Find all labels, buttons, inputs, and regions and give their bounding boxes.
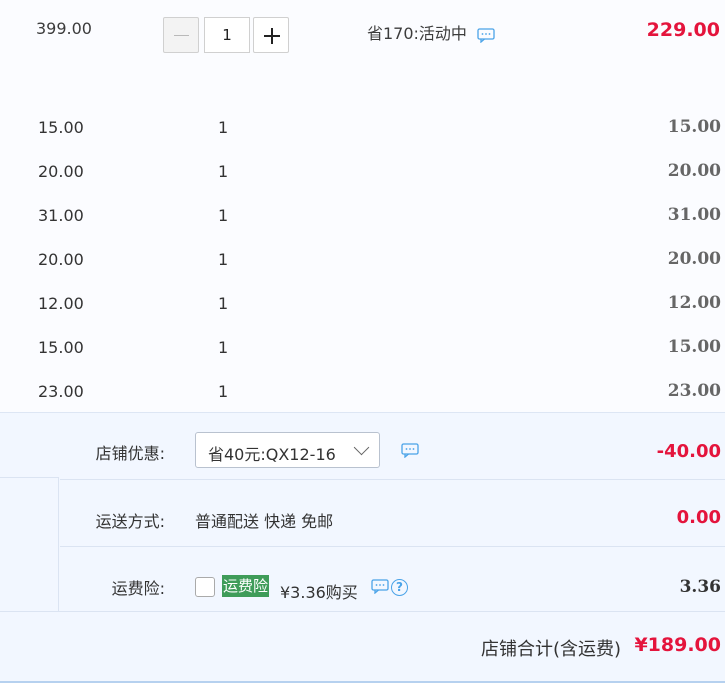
- item-qty: 1: [218, 294, 229, 313]
- item-subtotal: 23.00: [667, 381, 721, 401]
- main-item-subtotal: 229.00: [646, 19, 720, 41]
- store-total-label: 店铺合计(含运费): [480, 639, 621, 660]
- insurance-row: 运费险: 运费险 ¥3.36购买 ? 3.36: [60, 547, 725, 613]
- main-item-row: 399.00 1 省170:活动中 229.00: [0, 0, 725, 72]
- shipping-method: 普通配送 快递 免邮: [195, 512, 334, 531]
- item-qty: 1: [218, 118, 229, 137]
- order-items-area: 399.00 1 省170:活动中 229.00 15.00 1 15.00 2…: [0, 0, 725, 412]
- promo-status: 省170:活动中: [367, 24, 467, 43]
- order-summary-area: 店铺优惠: 省40元:QX12-16 -40.00 运送方式: 普通配送 快递 …: [0, 412, 725, 683]
- item-qty: 1: [218, 382, 229, 401]
- store-discount-label: 店铺优惠:: [95, 444, 165, 463]
- divider: [0, 681, 725, 683]
- store-discount-row: 店铺优惠: 省40元:QX12-16 -40.00: [60, 413, 725, 480]
- main-item-unit-price: 399.00: [36, 19, 92, 38]
- shipping-label: 运送方式:: [95, 512, 165, 531]
- discount-select-value: 省40元:QX12-16: [208, 445, 336, 464]
- question-circle-icon[interactable]: ?: [391, 579, 408, 596]
- item-qty: 1: [218, 162, 229, 181]
- item-qty: 1: [218, 338, 229, 357]
- item-subtotal: 31.00: [667, 205, 721, 225]
- item-price: 31.00: [38, 206, 84, 225]
- table-row: 31.00 1 31.00: [0, 200, 725, 244]
- minus-icon[interactable]: [163, 17, 199, 53]
- item-subtotal: 12.00: [667, 293, 721, 313]
- item-price: 20.00: [38, 162, 84, 181]
- insurance-label: 运费险:: [111, 579, 165, 598]
- table-row: 15.00 1 15.00: [0, 332, 725, 376]
- shipping-amount: 0.00: [676, 507, 721, 528]
- discount-select[interactable]: 省40元:QX12-16: [195, 432, 380, 468]
- insurance-checkbox[interactable]: [195, 577, 215, 597]
- chevron-down-icon: [353, 439, 370, 456]
- divider: [0, 477, 59, 478]
- table-row: 15.00 1 15.00: [0, 112, 725, 156]
- insurance-price: ¥3.36购买: [280, 583, 358, 602]
- store-total-row: 店铺合计(含运费) ¥189.00: [0, 611, 725, 684]
- item-subtotal: 15.00: [667, 117, 721, 137]
- chat-bubble-icon[interactable]: [401, 443, 419, 458]
- item-subtotal: 20.00: [667, 249, 721, 269]
- chat-bubble-icon[interactable]: [371, 579, 389, 594]
- store-discount-amount: -40.00: [656, 441, 721, 462]
- item-price: 12.00: [38, 294, 84, 313]
- item-price: 20.00: [38, 250, 84, 269]
- insurance-badge: 运费险: [222, 575, 270, 597]
- table-row: 20.00 1 20.00: [0, 244, 725, 288]
- store-total-amount: ¥189.00: [634, 634, 721, 656]
- item-price: 23.00: [38, 382, 84, 401]
- item-qty: 1: [218, 250, 229, 269]
- summary-left-gutter: [0, 413, 59, 611]
- chat-bubble-icon[interactable]: [477, 28, 495, 43]
- item-price: 15.00: [38, 118, 84, 137]
- quantity-input[interactable]: 1: [204, 17, 250, 53]
- table-row: 12.00 1 12.00: [0, 288, 725, 332]
- item-price: 15.00: [38, 338, 84, 357]
- item-subtotal: 20.00: [667, 161, 721, 181]
- item-qty: 1: [218, 206, 229, 225]
- item-subtotal: 15.00: [667, 337, 721, 357]
- shipping-row: 运送方式: 普通配送 快递 免邮 0.00: [60, 480, 725, 547]
- insurance-amount: 3.36: [679, 577, 721, 597]
- plus-icon[interactable]: [253, 17, 289, 53]
- table-row: 20.00 1 20.00: [0, 156, 725, 200]
